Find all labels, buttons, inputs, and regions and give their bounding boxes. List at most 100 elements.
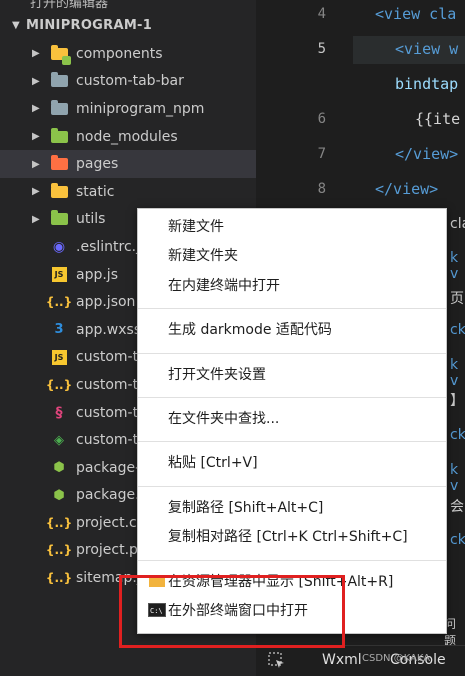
file-glyph: {..} [45, 515, 73, 530]
folder-shape [50, 182, 68, 198]
tree-item-label: custom-t [76, 404, 139, 421]
context-menu-item[interactable]: 复制相对路径 [Ctrl+K Ctrl+Shift+C] [138, 523, 446, 549]
svg-text:C:\: C:\ [150, 607, 163, 615]
tree-folder-item[interactable]: ▶ custom-tab-bar [0, 68, 256, 96]
context-menu-item-label: 在文件夹中查找... [168, 411, 280, 427]
code-line[interactable]: {{ite [415, 110, 460, 128]
context-menu-item[interactable]: 新建文件 [138, 213, 446, 239]
menu-separator [138, 352, 446, 354]
folder-icon [50, 99, 68, 117]
context-menu-item[interactable]: 复制路径 [Shift+Alt+C] [138, 494, 446, 520]
code-fragment: 】 [450, 393, 464, 409]
tree-item-label: pages [76, 156, 119, 173]
chevron-right-icon: ▶ [32, 186, 40, 198]
context-menu-item[interactable]: 新建文件夹 [138, 242, 446, 268]
css-file-icon: 3 [50, 322, 68, 338]
tree-item-label: miniprogram_npm [76, 100, 205, 117]
context-menu-item[interactable]: 粘贴 [Ctrl+V] [138, 449, 446, 475]
menu-separator [138, 308, 446, 310]
inspect-cursor-icon[interactable] [268, 652, 286, 670]
tree-item-label: node_modules [76, 128, 178, 145]
context-menu-item-label: 复制路径 [Shift+Alt+C] [168, 499, 324, 516]
folder-shape [50, 155, 68, 171]
context-menu-item-label: 新建文件 [168, 219, 224, 235]
context-menu-item-label: 新建文件夹 [168, 248, 238, 265]
menu-separator [138, 485, 446, 487]
json-file-icon: {..} [46, 542, 72, 558]
code-text: </view> [395, 145, 459, 163]
file-glyph: ◉ [52, 238, 66, 255]
open-editors-header[interactable]: 打开的编辑器 [30, 0, 108, 11]
line-number-active: 5 [317, 41, 326, 57]
tree-item-label: project.p [76, 542, 138, 559]
chevron-right-icon: ▶ [32, 213, 40, 225]
file-glyph: 3 [54, 322, 64, 338]
file-glyph: ⬢ [53, 487, 65, 503]
context-menu-item[interactable]: 生成 darkmode 适配代码 [138, 316, 446, 342]
folder-shape [50, 99, 68, 115]
tree-folder-item[interactable]: ▶ static [0, 178, 256, 206]
wxml-file-icon: ◈ [50, 432, 68, 448]
file-glyph: {..} [45, 377, 73, 392]
chevron-right-icon: ▶ [32, 131, 40, 143]
tree-folder-item[interactable]: ▶ pages [0, 150, 256, 178]
tree-folder-item[interactable]: ▶ components [0, 40, 256, 68]
problems-label[interactable]: 问题 [444, 615, 465, 649]
line-number: 4 [317, 6, 326, 22]
tree-item-label: custom-t [76, 432, 139, 449]
context-menu-item[interactable]: 在文件夹中查找... [138, 405, 446, 431]
code-line[interactable]: </view> [375, 180, 438, 198]
file-glyph: {..} [45, 295, 73, 310]
line-number: 7 [317, 146, 326, 162]
tree-item-label: custom-t [76, 376, 139, 393]
tree-item-label: static [76, 183, 115, 200]
node-file-icon: ⬢ [50, 487, 68, 503]
code-line[interactable]: <view w [395, 40, 458, 58]
tree-item-label: sitemap.j [76, 570, 141, 587]
code-fragment: 页 [450, 291, 464, 307]
file-glyph: JS [51, 349, 67, 365]
code-fragment: k v [450, 250, 459, 282]
context-menu-item[interactable]: 打开文件夹设置 [138, 361, 446, 387]
tree-item-label: custom-t [76, 349, 139, 366]
menu-separator [138, 559, 446, 561]
line-number: 6 [317, 111, 326, 127]
context-menu-item[interactable]: C:\ 在外部终端窗口中打开 [138, 597, 446, 623]
context-menu-item[interactable]: 在内建终端中打开 [138, 272, 446, 298]
watermark: CSDN @KAKA [362, 653, 431, 664]
js-file-icon: JS [50, 349, 68, 365]
static-folder-icon [50, 182, 68, 200]
file-glyph: {..} [45, 571, 73, 586]
context-menu-item-label: 在内建终端中打开 [168, 277, 280, 294]
terminal-icon: C:\ [148, 603, 166, 617]
tree-item-label: package. [76, 487, 140, 504]
code-fragment: ck [450, 427, 465, 443]
folder-badge [62, 55, 71, 65]
code-text: <view w [395, 40, 459, 58]
json-file-icon: {..} [46, 515, 72, 531]
tab-wxml[interactable]: Wxml [322, 652, 362, 668]
code-line[interactable]: bindtap [395, 75, 458, 93]
code-fragment: 会 [450, 499, 464, 515]
context-menu: 新建文件新建文件夹在内建终端中打开生成 darkmode 适配代码 打开文件夹设置… [137, 208, 447, 634]
code-text: {{ite [415, 110, 461, 128]
tree-item-label: app.js [76, 266, 118, 283]
file-glyph: JS [51, 267, 67, 283]
tree-folder-item[interactable]: ▶ node_modules [0, 123, 256, 151]
context-menu-item[interactable]: 在资源管理器中显示 [Shift+Alt+R] [138, 568, 446, 594]
eslint-file-icon: ◉ [50, 239, 68, 255]
code-line[interactable]: <view cla [375, 5, 456, 23]
folder-icon [148, 574, 166, 588]
context-menu-item-label: 粘贴 [Ctrl+V] [168, 455, 258, 472]
code-line[interactable]: </view> [395, 145, 458, 163]
tree-item-label: project.co [76, 514, 146, 531]
json-file-icon: {..} [46, 377, 72, 393]
workspace-root[interactable]: ▼ MINIPROGRAM-1 [0, 12, 256, 38]
chevron-right-icon: ▶ [32, 48, 40, 60]
tree-item-label: app.wxss [76, 321, 142, 338]
tree-folder-item[interactable]: ▶ miniprogram_npm [0, 95, 256, 123]
utils-folder-icon [50, 210, 68, 227]
context-menu-item-label: 在资源管理器中显示 [Shift+Alt+R] [168, 573, 394, 590]
tree-item-label: package- [76, 459, 141, 476]
components-folder-icon [50, 44, 71, 65]
